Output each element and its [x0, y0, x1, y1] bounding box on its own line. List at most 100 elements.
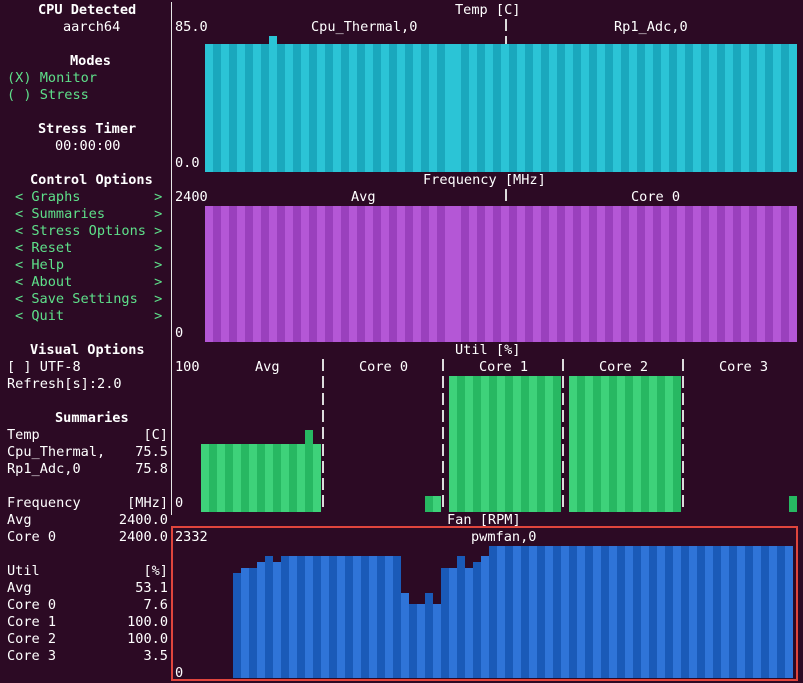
chart-bar — [529, 376, 537, 512]
chart-bar — [421, 206, 429, 342]
chart-bar — [533, 44, 541, 172]
chart-bar — [733, 44, 741, 172]
chart-bar — [441, 568, 449, 678]
visual-options-title: Visual Options — [30, 342, 145, 358]
chart-bar — [657, 546, 665, 678]
chart-bar — [621, 44, 629, 172]
chart-bar — [353, 556, 361, 678]
chart-bar — [589, 206, 597, 342]
chart-bar — [669, 206, 677, 342]
quit-menu-button[interactable]: < Quit > — [15, 308, 162, 325]
chart-bar — [497, 546, 505, 678]
chart-bar — [677, 206, 685, 342]
chart-bar — [249, 444, 257, 512]
chart-bar — [253, 44, 261, 172]
graphs-menu-button[interactable]: < Graphs > — [15, 189, 162, 206]
temp-ymax-label: 85.0 — [175, 19, 208, 35]
chart-bar — [705, 546, 713, 678]
chart-bar — [717, 206, 725, 342]
chart-bar — [289, 444, 297, 512]
chart-bar — [413, 206, 421, 342]
chart-bar — [781, 206, 789, 342]
chart-bar — [677, 44, 685, 172]
utf8-checkbox[interactable]: [ ] UTF-8 — [7, 359, 81, 376]
refresh-setting[interactable]: Refresh[s]:2.0 — [7, 376, 122, 393]
util-series-core2: Core 2 — [599, 359, 649, 375]
util-divider-3 — [562, 359, 564, 512]
chart-bar — [333, 206, 341, 342]
chart-bar — [473, 562, 481, 678]
chart-bar — [293, 44, 301, 172]
mode-monitor-radio[interactable]: (X) Monitor — [7, 70, 97, 87]
chart-bar — [777, 546, 785, 678]
chart-bar — [773, 44, 781, 172]
chart-bar — [277, 44, 285, 172]
util-divider-2 — [442, 359, 444, 512]
chart-bar — [757, 44, 765, 172]
chart-bar — [217, 444, 225, 512]
summary-row-value: [C] — [143, 427, 168, 443]
chart-bar — [713, 546, 721, 678]
chart-bar — [273, 562, 281, 678]
chart-bar — [357, 206, 365, 342]
chart-bar — [369, 556, 377, 678]
chart-bar — [405, 44, 413, 172]
chart-bar — [381, 44, 389, 172]
summary-row-value: 75.8 — [135, 461, 168, 477]
chart-bar — [577, 376, 585, 512]
chart-bar — [629, 206, 637, 342]
chart-bar — [485, 44, 493, 172]
chart-bar — [425, 593, 433, 678]
reset-menu-button[interactable]: < Reset > — [15, 240, 162, 257]
chart-bar — [693, 206, 701, 342]
save-settings-menu-button[interactable]: < Save Settings > — [15, 291, 162, 308]
chart-bar — [389, 206, 397, 342]
chart-bar — [541, 206, 549, 342]
chart-bar — [453, 206, 461, 342]
chart-bar — [753, 546, 761, 678]
chart-bar — [733, 206, 741, 342]
chart-bar — [229, 206, 237, 342]
chart-bar — [513, 376, 521, 512]
chart-bar — [613, 44, 621, 172]
chart-bar — [593, 546, 601, 678]
chart-bar — [617, 376, 625, 512]
cpu-detected-value: aarch64 — [63, 19, 121, 35]
summaries-menu-button[interactable]: < Summaries > — [15, 206, 162, 223]
summary-row-label: Avg — [7, 580, 32, 596]
chart-bar — [297, 556, 305, 678]
about-menu-button[interactable]: < About > — [15, 274, 162, 291]
chart-bar — [789, 44, 797, 172]
summary-row-value: 53.1 — [135, 580, 168, 596]
chart-bar — [301, 44, 309, 172]
temp-graph-title: Temp [C] — [455, 2, 521, 18]
help-menu-button[interactable]: < Help > — [15, 257, 162, 274]
stress-timer-title: Stress Timer — [38, 121, 137, 137]
chart-bar — [745, 546, 753, 678]
chart-bar — [689, 546, 697, 678]
chart-bar — [281, 556, 289, 678]
chart-bar — [225, 444, 233, 512]
chart-bar — [641, 546, 649, 678]
chart-bar — [789, 496, 797, 512]
chart-bar — [465, 376, 473, 512]
chart-bar — [493, 206, 501, 342]
chart-bar — [657, 376, 665, 512]
chart-bar — [309, 44, 317, 172]
summary-row-value: 100.0 — [127, 631, 168, 647]
chart-bar — [253, 206, 261, 342]
modes-title: Modes — [70, 53, 111, 69]
mode-stress-radio[interactable]: ( ) Stress — [7, 87, 89, 104]
summary-row-label: Core 0 — [7, 529, 57, 545]
summary-row-label: Core 0 — [7, 597, 57, 613]
chart-bar — [477, 44, 485, 172]
chart-bar — [337, 556, 345, 678]
freq-ymax-label: 2400 — [175, 189, 208, 205]
chart-bar — [497, 376, 505, 512]
chart-bar — [573, 44, 581, 172]
chart-bar — [245, 44, 253, 172]
stress-options-menu-button[interactable]: < Stress Options > — [15, 223, 162, 240]
chart-bar — [481, 376, 489, 512]
chart-bar — [477, 206, 485, 342]
chart-bar — [505, 546, 513, 678]
